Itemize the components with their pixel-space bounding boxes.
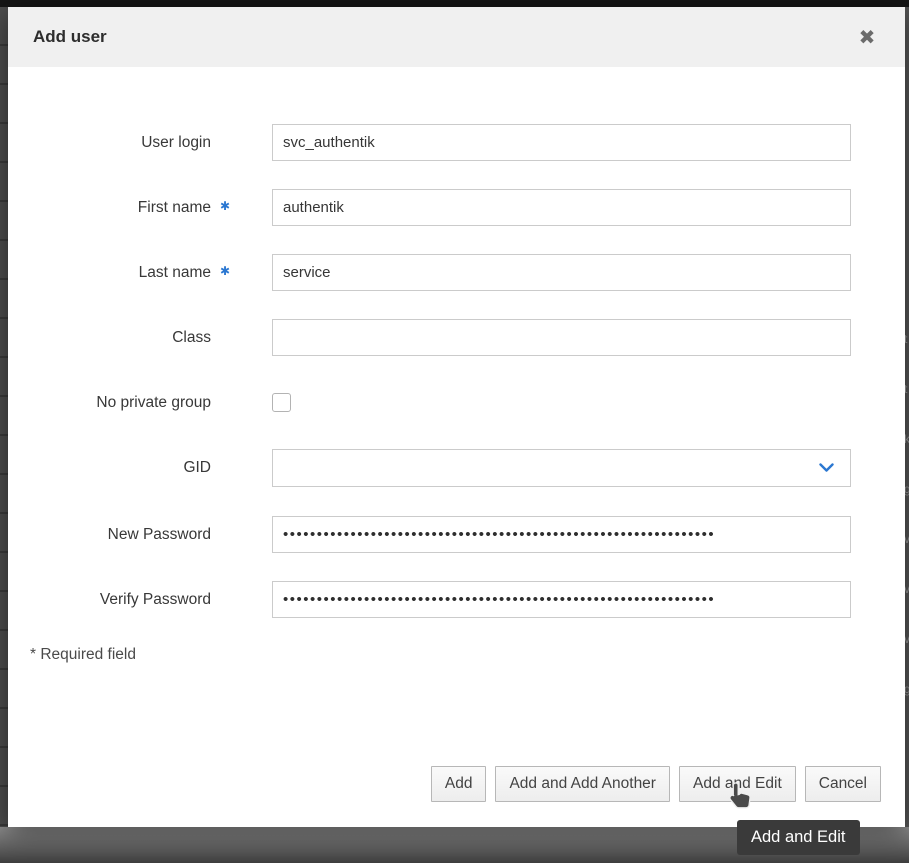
field-row-new-password: New Password	[8, 516, 905, 553]
chevron-down-icon	[819, 463, 834, 473]
dialog-header: Add user ✖	[8, 7, 905, 67]
field-row-first-name: First name✱	[8, 189, 905, 226]
close-icon[interactable]: ✖	[855, 25, 879, 49]
required-asterisk: ✱	[211, 199, 239, 213]
class-input[interactable]	[272, 319, 851, 356]
add-and-edit-tooltip: Add and Edit	[737, 820, 860, 855]
field-label: No private group	[96, 394, 211, 412]
required-field-note: * Required field	[30, 646, 905, 664]
field-row-user-login: User login	[8, 124, 905, 161]
field-row-verify-password: Verify Password	[8, 581, 905, 618]
field-row-last-name: Last name✱	[8, 254, 905, 291]
add-button[interactable]: Add	[431, 766, 487, 802]
dialog-footer: AddAdd and Add AnotherAdd and EditCancel	[431, 766, 881, 802]
field-label: New Password	[108, 526, 211, 544]
field-label: Class	[172, 329, 211, 347]
add-user-dialog: Add user ✖ User loginFirst name✱Last nam…	[8, 7, 905, 827]
mouse-cursor-hand-icon	[727, 782, 751, 815]
field-row-gid: GID	[8, 449, 905, 486]
field-row-no-private-group: No private group	[8, 384, 905, 421]
field-label: First name	[138, 199, 211, 217]
field-label: GID	[183, 459, 211, 477]
overlay-top-strip	[0, 0, 909, 7]
field-label: Last name	[139, 264, 211, 282]
last-name-input[interactable]	[272, 254, 851, 291]
required-asterisk: ✱	[211, 264, 239, 278]
field-row-class: Class	[8, 319, 905, 356]
first-name-input[interactable]	[272, 189, 851, 226]
overlay-left-strip	[0, 7, 8, 863]
user-login-input[interactable]	[272, 124, 851, 161]
no-private-group-checkbox[interactable]	[272, 393, 291, 412]
new-password-input[interactable]	[272, 516, 851, 553]
verify-password-input[interactable]	[272, 581, 851, 618]
dialog-title: Add user	[33, 27, 107, 47]
cancel-button[interactable]: Cancel	[805, 766, 881, 802]
add-and-add-another-button[interactable]: Add and Add Another	[495, 766, 670, 802]
gid-select[interactable]	[272, 449, 851, 487]
field-label: User login	[141, 134, 211, 152]
dialog-body: User loginFirst name✱Last name✱ClassNo p…	[8, 67, 905, 827]
field-label: Verify Password	[100, 591, 211, 609]
